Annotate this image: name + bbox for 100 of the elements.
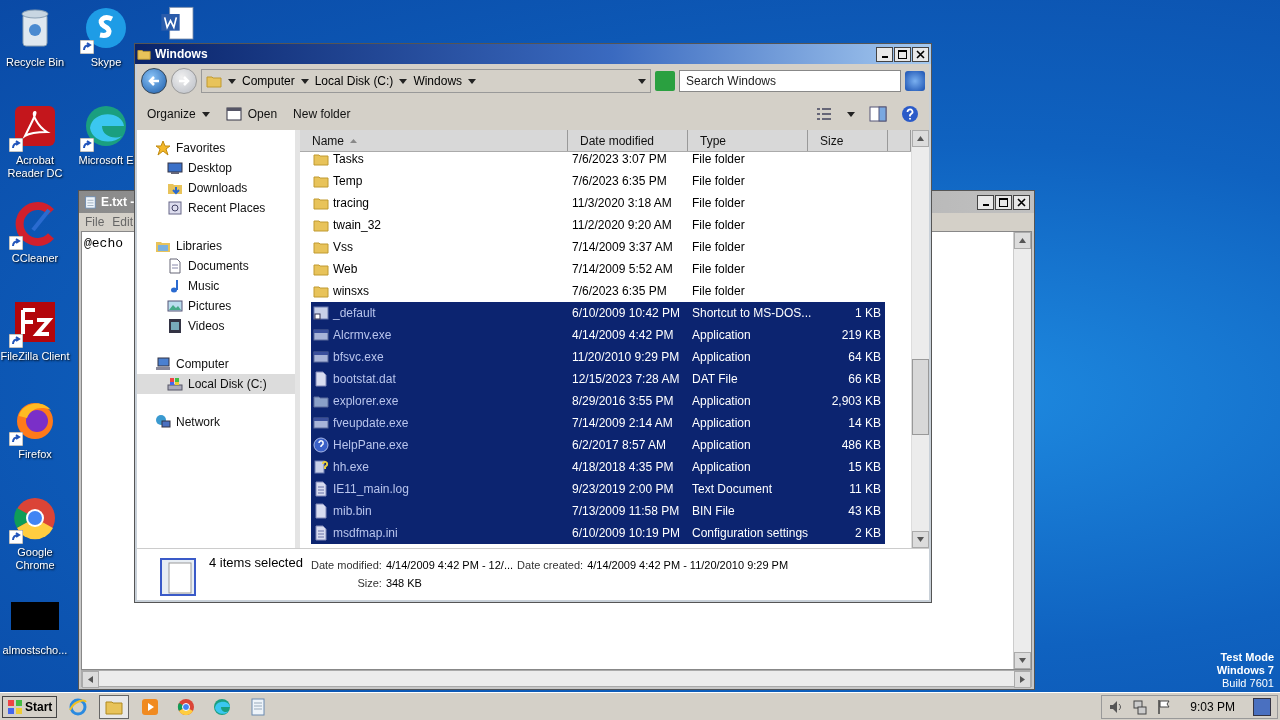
search-field[interactable]: Search Windows bbox=[679, 70, 901, 92]
breadcrumb-item[interactable]: Local Disk (C:) bbox=[314, 74, 394, 88]
type-cell-text: File folder bbox=[691, 196, 746, 210]
file-row[interactable]: msdfmap.ini 6/10/2009 10:19 PM Configuration settings 2 KB bbox=[311, 522, 885, 544]
type-cell-text: Application bbox=[691, 460, 752, 474]
size-cell-text: 43 KB bbox=[847, 504, 882, 518]
breadcrumb-item[interactable]: Computer bbox=[242, 74, 295, 88]
file-name: mib.bin bbox=[333, 504, 372, 518]
text-content[interactable]: @echo bbox=[84, 236, 123, 251]
nav-item[interactable]: Favorites bbox=[137, 138, 295, 158]
date-cell-text: 7/14/2009 3:37 AM bbox=[571, 240, 674, 254]
file-row[interactable]: _default 6/10/2009 10:42 PM Shortcut to MS-DOS... 1 KB bbox=[311, 302, 885, 324]
file-name: Vss bbox=[333, 240, 353, 254]
file-name: Temp bbox=[333, 174, 363, 188]
file-row[interactable]: bfsvc.exe 11/20/2010 9:29 PM Application 64 KB bbox=[311, 346, 885, 368]
file-row[interactable]: fveupdate.exe 7/14/2009 2:14 AM Application 14 KB bbox=[311, 412, 885, 434]
desktop-icon-label[interactable]: Acrobat Reader DC bbox=[0, 154, 70, 180]
detail-label: Date created: bbox=[517, 559, 584, 571]
type-cell-text: Application bbox=[691, 416, 752, 430]
type-cell-text: File folder bbox=[691, 240, 746, 254]
file-name: winsxs bbox=[333, 284, 369, 298]
menu-item[interactable]: File bbox=[85, 215, 105, 229]
file-row[interactable]: hh.exe 4/18/2018 4:35 PM Application 15 KB bbox=[311, 456, 885, 478]
size-cell-text: 1 KB bbox=[854, 306, 882, 320]
open-button[interactable]: Open bbox=[225, 106, 278, 122]
os-notice-text: Test Mode bbox=[1220, 651, 1274, 664]
desktop-icon-label[interactable]: Google Chrome bbox=[0, 546, 70, 572]
type-cell-text: File folder bbox=[691, 218, 746, 232]
desktop-icon-label[interactable]: CCleaner bbox=[11, 252, 59, 265]
nav-item[interactable]: Documents bbox=[137, 256, 295, 276]
file-row[interactable]: HelpPane.exe 6/2/2017 8:57 AM Application 486 KB bbox=[311, 434, 885, 456]
os-notice-text: Windows 7 bbox=[1216, 664, 1274, 677]
desktop-icon-label[interactable]: Firefox bbox=[18, 448, 52, 461]
desktop-icon-label[interactable]: almostscho... bbox=[2, 644, 68, 657]
type-cell-text: Text Document bbox=[691, 482, 774, 496]
file-name: Alcrmv.exe bbox=[333, 328, 392, 342]
size-cell-text: 14 KB bbox=[847, 416, 882, 430]
column-header[interactable]: Name bbox=[300, 130, 568, 151]
file-name: twain_32 bbox=[333, 218, 382, 232]
date-cell-text: 11/20/2010 9:29 PM bbox=[571, 350, 681, 364]
size-cell-text: 219 KB bbox=[840, 328, 882, 342]
type-cell-text: File folder bbox=[691, 284, 746, 298]
file-row[interactable]: winsxs 7/6/2023 6:35 PM File folder bbox=[311, 280, 885, 302]
address-bar[interactable]: Computer Local Disk (C:) Windows bbox=[201, 69, 651, 93]
file-row[interactable]: Temp 7/6/2023 6:35 PM File folder bbox=[311, 170, 885, 192]
file-name: tracing bbox=[333, 196, 370, 210]
file-row[interactable]: Vss 7/14/2009 3:37 AM File folder bbox=[311, 236, 885, 258]
toolbar-menu-button[interactable]: Organize bbox=[147, 107, 210, 121]
detail-value: 4/14/2009 4:42 PM - 11/20/2010 9:29 PM bbox=[587, 559, 789, 571]
nav-item[interactable]: Computer bbox=[137, 354, 295, 374]
file-row[interactable]: mib.bin 7/13/2009 11:58 PM BIN File 43 KB bbox=[311, 500, 885, 522]
menu-item[interactable]: Edit bbox=[112, 215, 134, 229]
desktop-icon-label[interactable]: Microsoft E bbox=[78, 154, 134, 167]
toolbar-button[interactable]: New folder bbox=[293, 107, 351, 121]
file-name: IE11_main.log bbox=[333, 482, 409, 496]
date-cell-text: 7/14/2009 5:52 AM bbox=[571, 262, 674, 276]
breadcrumb-item[interactable]: Windows bbox=[413, 74, 463, 88]
file-row[interactable]: tracing 11/3/2020 3:18 AM File folder bbox=[311, 192, 885, 214]
selection-summary: 4 items selected bbox=[209, 555, 303, 570]
desktop-icon-label[interactable]: Skype bbox=[90, 56, 122, 69]
detail-label: Date modified: bbox=[310, 559, 382, 571]
file-row[interactable]: Web 7/14/2009 5:52 AM File folder bbox=[311, 258, 885, 280]
file-row[interactable]: Tasks 7/6/2023 3:07 PM File folder bbox=[311, 152, 885, 170]
date-cell-text: 7/14/2009 2:14 AM bbox=[571, 416, 674, 430]
file-row[interactable]: bootstat.dat 12/15/2023 7:28 AM DAT File 66 KB bbox=[311, 368, 885, 390]
file-row[interactable]: explorer.exe 8/29/2016 3:55 PM Application 2,903 KB bbox=[311, 390, 885, 412]
date-cell-text: 11/3/2020 3:18 AM bbox=[571, 196, 673, 210]
nav-item[interactable]: Recent Places bbox=[137, 198, 295, 218]
size-cell-text: 15 KB bbox=[847, 460, 882, 474]
date-cell-text: 8/29/2016 3:55 PM bbox=[571, 394, 675, 408]
date-cell-text: 7/6/2023 6:35 PM bbox=[571, 174, 668, 188]
file-name: Web bbox=[333, 262, 358, 276]
date-cell-text: 7/6/2023 6:35 PM bbox=[571, 284, 668, 298]
date-cell-text: 4/18/2018 4:35 PM bbox=[571, 460, 675, 474]
file-row[interactable]: twain_32 11/2/2020 9:20 AM File folder bbox=[311, 214, 885, 236]
column-header[interactable]: Type bbox=[688, 130, 808, 151]
nav-item[interactable]: Videos bbox=[137, 316, 295, 336]
file-row[interactable]: Alcrmv.exe 4/14/2009 4:42 PM Application 219 KB bbox=[311, 324, 885, 346]
file-name: fveupdate.exe bbox=[333, 416, 409, 430]
column-header[interactable]: Size bbox=[808, 130, 888, 151]
size-cell-text: 11 KB bbox=[848, 482, 882, 496]
desktop-icon-label[interactable]: FileZilla Client bbox=[0, 350, 70, 363]
nav-item[interactable]: Downloads bbox=[137, 178, 295, 198]
desktop-icon-label[interactable]: Recycle Bin bbox=[5, 56, 65, 69]
nav-item[interactable]: Network bbox=[137, 412, 295, 432]
nav-item[interactable]: Local Disk (C:) bbox=[137, 374, 295, 394]
date-cell-text: 6/10/2009 10:42 PM bbox=[571, 306, 682, 320]
nav-item[interactable]: Libraries bbox=[137, 236, 295, 256]
nav-item[interactable]: Pictures bbox=[137, 296, 295, 316]
column-header[interactable]: Date modified bbox=[568, 130, 688, 151]
file-name: _default bbox=[333, 306, 376, 320]
type-cell-text: Application bbox=[691, 394, 752, 408]
size-cell-text: 2,903 KB bbox=[830, 394, 882, 408]
nav-item[interactable]: Music bbox=[137, 276, 295, 296]
nav-item[interactable]: Desktop bbox=[137, 158, 295, 178]
size-cell-text: 64 KB bbox=[847, 350, 882, 364]
start-button[interactable]: Start bbox=[2, 695, 58, 718]
file-row[interactable]: IE11_main.log 9/23/2019 2:00 PM Text Document 11 KB bbox=[311, 478, 885, 500]
detail-label: Size: bbox=[356, 577, 382, 589]
date-cell-text: 9/23/2019 2:00 PM bbox=[571, 482, 675, 496]
